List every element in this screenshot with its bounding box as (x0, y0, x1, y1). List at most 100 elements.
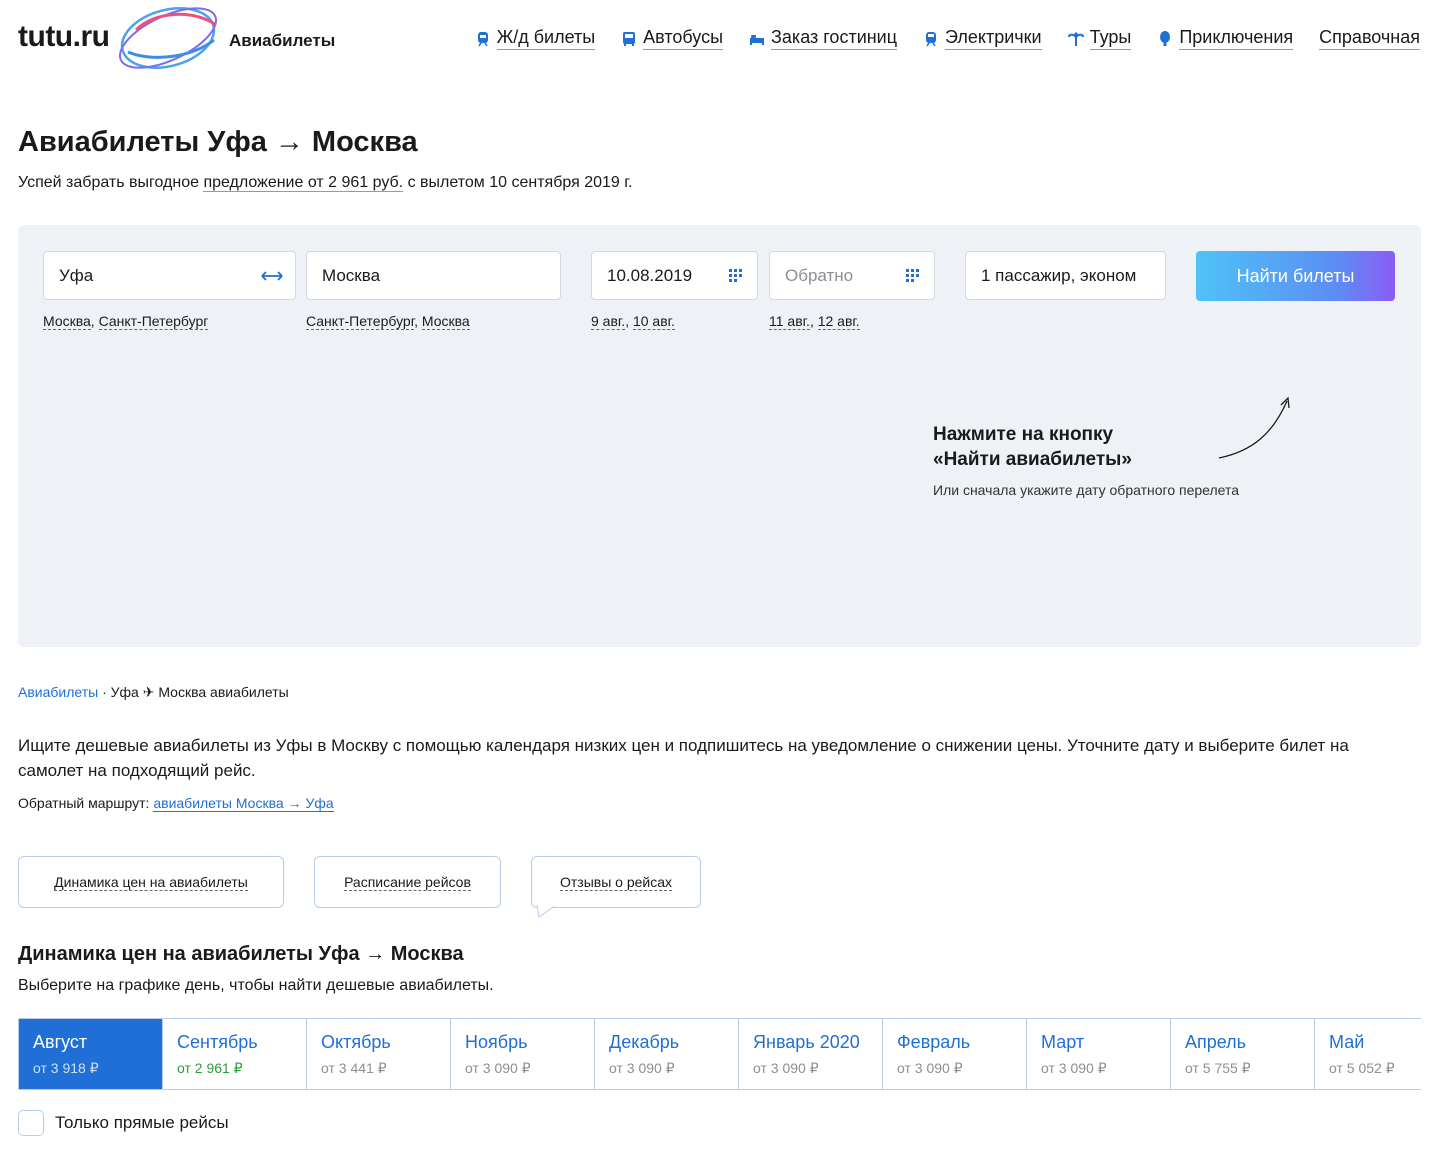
month-tab-march[interactable]: Март от 3 090 ₽ (1027, 1019, 1171, 1089)
hint-link[interactable]: 10 авг. (632, 313, 675, 330)
month-price: от 3 090 ₽ (753, 1060, 819, 1076)
month-price: от 3 090 ₽ (465, 1060, 531, 1076)
month-tabs: Август от 3 918 ₽ Сентябрь от 2 961 ₽ Ок… (18, 1018, 1421, 1090)
nav-item-help[interactable]: Справочная (1319, 27, 1420, 50)
breadcrumb: Авиабилеты · Уфа ✈ Москва авиабилеты (18, 684, 289, 701)
tutu-logo[interactable]: tutu.ru (18, 0, 218, 76)
globe-logo-icon (118, 7, 218, 69)
breadcrumb-link[interactable]: Авиабилеты (18, 684, 98, 700)
month-name: Январь 2020 (753, 1032, 860, 1052)
calendar-icon[interactable] (906, 269, 920, 283)
month-price: от 3 090 ₽ (1041, 1060, 1107, 1076)
hint-link[interactable]: 9 авг. (591, 313, 626, 330)
cta-line: Нажмите на кнопку (933, 424, 1114, 445)
calendar-icon[interactable] (729, 269, 743, 283)
month-name: Декабрь (609, 1032, 680, 1052)
cta-line: «Найти авиабилеты» (933, 449, 1132, 470)
direct-flights-option[interactable]: Только прямые рейсы (18, 1110, 229, 1136)
month-tab-april[interactable]: Апрель от 5 755 ₽ (1171, 1019, 1315, 1089)
swap-icon[interactable] (259, 266, 285, 286)
month-tab-february[interactable]: Февраль от 3 090 ₽ (883, 1019, 1027, 1089)
tab-label: Отзывы о рейсах (559, 873, 673, 891)
to-value: Москва (322, 265, 381, 285)
return-date-field[interactable]: Обратно (769, 251, 935, 300)
header: tutu.ru Авиабилеты Ж/д билеты Автобусы З… (0, 0, 1456, 80)
month-name: Октябрь (321, 1032, 391, 1052)
route-description: Ищите дешевые авиабилеты из Уфы в Москву… (18, 736, 1349, 780)
return-placeholder: Обратно (785, 265, 854, 285)
month-name: Ноябрь (465, 1032, 528, 1052)
from-value: Уфа (59, 265, 94, 285)
to-field[interactable]: Москва (306, 251, 561, 300)
nav-label: Ж/д билеты (496, 27, 596, 50)
tab-reviews[interactable]: Отзывы о рейсах (531, 856, 701, 908)
hint-link[interactable]: Санкт-Петербург (306, 313, 415, 330)
month-name: Март (1041, 1032, 1085, 1052)
tab-price-dynamics[interactable]: Динамика цен на авиабилеты (18, 856, 284, 908)
hint-link[interactable]: Санкт-Петербург (98, 313, 209, 330)
reverse-route-link[interactable]: авиабилеты Москва → Уфа (153, 795, 334, 812)
page-title: Авиабилеты Уфа → Москва (18, 126, 418, 158)
month-tab-november[interactable]: Ноябрь от 3 090 ₽ (451, 1019, 595, 1089)
suburban-train-icon (923, 31, 939, 47)
balloon-icon (1157, 30, 1173, 47)
direct-flights-checkbox[interactable] (18, 1110, 44, 1136)
nav-label: Автобусы (643, 27, 724, 50)
month-tab-may[interactable]: Май от 5 052 ₽ (1315, 1019, 1421, 1089)
date-field[interactable]: 10.08.2019 (591, 251, 758, 300)
subtitle-before: Успей забрать выгодное (18, 174, 204, 191)
month-name: Сентябрь (177, 1032, 258, 1052)
dynamics-title: Динамика цен на авиабилеты Уфа → Москва (18, 943, 464, 965)
search-panel: Уфа Москва 10.08.2019 Обратно 1 пассажир… (18, 225, 1421, 647)
tab-label: Расписание рейсов (344, 873, 471, 891)
month-price: от 5 755 ₽ (1185, 1060, 1251, 1076)
tab-schedule[interactable]: Расписание рейсов (314, 856, 501, 908)
logo-text: tutu.ru (18, 20, 110, 53)
hint-link[interactable]: 11 авг. (769, 313, 810, 330)
top-nav: Ж/д билеты Автобусы Заказ гостиниц Элект… (449, 27, 1420, 50)
nav-item-tours[interactable]: Туры (1067, 27, 1132, 50)
palm-icon (1067, 31, 1084, 47)
month-name: Апрель (1185, 1032, 1247, 1052)
cta-subtitle: Или сначала укажите дату обратного перел… (933, 482, 1239, 498)
from-field[interactable]: Уфа (43, 251, 296, 300)
section-name: Авиабилеты (229, 31, 336, 50)
month-tab-august[interactable]: Август от 3 918 ₽ (19, 1019, 163, 1089)
month-price: от 3 090 ₽ (609, 1060, 675, 1076)
find-tickets-button[interactable]: Найти билеты (1196, 251, 1395, 301)
bus-icon (621, 31, 637, 47)
direct-flights-label: Только прямые рейсы (55, 1113, 229, 1132)
passengers-field[interactable]: 1 пассажир, эконом (965, 251, 1166, 300)
nav-item-adventures[interactable]: Приключения (1157, 27, 1294, 50)
nav-item-train[interactable]: Ж/д билеты (475, 27, 596, 50)
reverse-route: Обратный маршрут: авиабилеты Москва → Уф… (18, 795, 334, 812)
hint-link[interactable]: Москва (421, 313, 470, 330)
month-price: от 5 052 ₽ (1329, 1060, 1395, 1076)
nav-item-hotels[interactable]: Заказ гостиниц (749, 27, 898, 50)
month-price: от 3 918 ₽ (33, 1060, 99, 1076)
nav-label: Туры (1089, 27, 1132, 50)
passengers-value: 1 пассажир, эконом (981, 265, 1137, 285)
dynamics-subtitle: Выберите на графике день, чтобы найти де… (18, 977, 494, 994)
month-price: от 2 961 ₽ (177, 1060, 243, 1076)
arrow-icon (1218, 396, 1290, 459)
subtitle-after: с вылетом 10 сентября 2019 г. (403, 174, 633, 191)
hint-link[interactable]: Москва (43, 313, 91, 330)
month-tab-december[interactable]: Декабрь от 3 090 ₽ (595, 1019, 739, 1089)
month-tab-september[interactable]: Сентябрь от 2 961 ₽ (163, 1019, 307, 1089)
cta-title: Нажмите на кнопку «Найти авиабилеты» (933, 422, 1132, 472)
month-price: от 3 090 ₽ (897, 1060, 963, 1076)
month-name: Август (33, 1032, 88, 1052)
offer-link[interactable]: предложение от 2 961 руб. (203, 174, 404, 192)
nav-item-suburban[interactable]: Электрички (923, 27, 1042, 50)
nav-label: Электрички (945, 27, 1042, 50)
month-tab-october[interactable]: Октябрь от 3 441 ₽ (307, 1019, 451, 1089)
hint-link[interactable]: 12 авг. (817, 313, 860, 330)
reverse-label: Обратный маршрут: (18, 795, 154, 811)
nav-item-bus[interactable]: Автобусы (621, 27, 724, 50)
nav-label: Заказ гостиниц (771, 27, 898, 50)
month-tab-january[interactable]: Январь 2020 от 3 090 ₽ (739, 1019, 883, 1089)
breadcrumb-separator: · (98, 684, 111, 700)
nav-label: Справочная (1319, 27, 1420, 50)
speech-tail-icon (536, 905, 557, 918)
